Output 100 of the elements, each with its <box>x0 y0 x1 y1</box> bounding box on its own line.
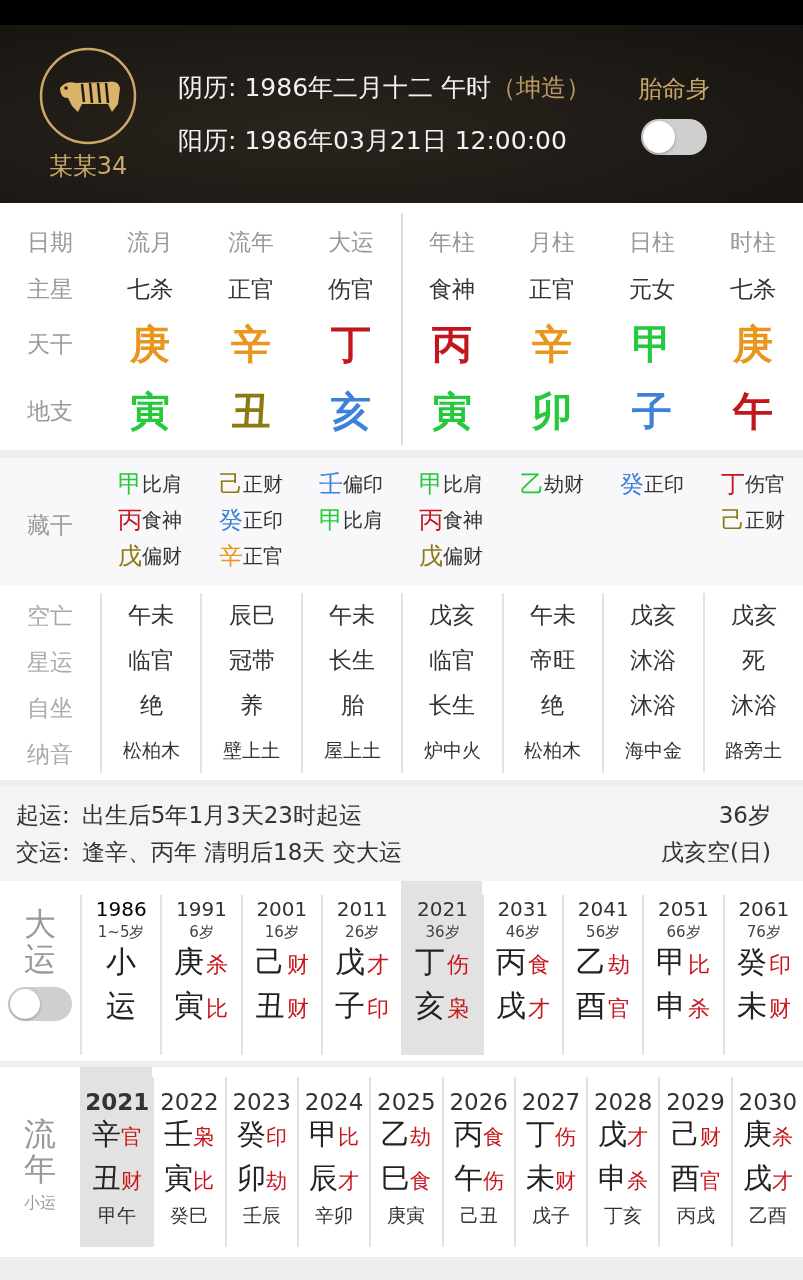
row-label: 纳音 <box>27 739 73 769</box>
year-item[interactable]: 2024 甲 比 辰才 辛卯 <box>296 1077 370 1247</box>
ten-god-label: 正印 <box>242 506 283 534</box>
ten-god-label: 偏财 <box>443 542 484 570</box>
hidden-stem: 甲 <box>118 469 143 500</box>
year-item[interactable]: 2021 辛官 丑财 甲午 <box>80 1067 153 1247</box>
detail-value: 临官 <box>128 646 175 675</box>
info-text: 逢辛、丙年 清明后18天 交大运 <box>81 838 402 867</box>
earthly-branch: 卯 <box>531 386 572 436</box>
ten-god-label: 正官 <box>242 542 283 570</box>
column-title: 年柱 <box>429 227 476 257</box>
main-star-label: 七杀 <box>127 274 174 304</box>
year-item[interactable]: 2026 丙食 午伤 己丑 <box>441 1077 514 1247</box>
hidden-stem: 己 <box>720 505 745 536</box>
hidden-stem: 辛 <box>218 541 243 572</box>
user-name: 某某34 <box>48 151 128 182</box>
gender-label: （坤造） <box>491 72 591 104</box>
toggle-switch[interactable] <box>8 987 72 1022</box>
luck-period-item[interactable]: 2041 56岁 乙 劫 酉官 <box>562 895 643 1055</box>
year-item[interactable]: 2022 壬枭 寅比 癸巳 <box>152 1077 225 1247</box>
toggle-label: 胎命身 <box>638 74 710 105</box>
ten-god-label: 比肩 <box>343 506 384 534</box>
row-label: 天干 <box>27 329 73 359</box>
luck-period-item[interactable]: 2031 46岁 丙食 戌才 <box>481 895 562 1055</box>
year-item[interactable]: 2027 丁伤 未财 戊子 <box>513 1077 587 1247</box>
heavenly-stem: 丙 <box>432 319 473 369</box>
detail-value: 临官 <box>429 646 476 675</box>
row-label: 日期 <box>27 227 73 257</box>
ten-god-label: 正印 <box>644 470 685 498</box>
detail-value: 午未 <box>128 601 175 630</box>
section-label: 大运 <box>24 907 56 978</box>
hidden-stem: 丙 <box>118 505 143 536</box>
heavenly-stem: 丁 <box>331 319 372 369</box>
detail-value: 绝 <box>541 691 565 720</box>
year-item[interactable]: 2030 庚杀 戌才 乙酉 <box>730 1077 803 1247</box>
hidden-stem: 乙 <box>519 469 544 500</box>
ten-god-label: 伤官 <box>744 470 785 498</box>
heavenly-stem: 辛 <box>531 319 572 369</box>
ten-god-label: 正财 <box>242 470 283 498</box>
detail-value: 长生 <box>429 691 476 720</box>
year-item[interactable]: 2023 癸印 卯劫 壬辰 <box>224 1077 297 1247</box>
detail-value: 松柏木 <box>122 737 180 763</box>
row-label: 藏干 <box>27 511 73 540</box>
hidden-stem: 丙 <box>419 505 444 536</box>
year-item[interactable]: 2029 己财 酉官 丙戌 <box>658 1077 731 1247</box>
detail-value: 海中金 <box>624 737 682 763</box>
luck-period-item[interactable]: 1986 1~5岁 小 运 <box>80 895 161 1055</box>
earthly-branch: 丑 <box>230 386 271 436</box>
year-item[interactable]: 2025 乙劫 巳食 庚寅 <box>369 1077 442 1247</box>
ten-god-label: 正财 <box>744 506 785 534</box>
main-star-label: 元女 <box>629 274 676 304</box>
earthly-branch: 寅 <box>130 386 171 436</box>
row-label: 星运 <box>27 647 73 677</box>
ten-god-label: 食神 <box>142 506 183 534</box>
detail-value: 辰巳 <box>228 601 275 630</box>
detail-value: 沐浴 <box>630 646 677 675</box>
detail-value: 养 <box>240 691 264 720</box>
earthly-branch: 寅 <box>432 386 473 436</box>
luck-period-item[interactable]: 2001 16岁 己 财 丑财 <box>240 895 321 1055</box>
heavenly-stem: 辛 <box>230 319 271 369</box>
hidden-stem: 甲 <box>419 469 444 500</box>
info-value: 36岁 <box>718 801 771 830</box>
row-label: 主星 <box>27 274 73 304</box>
column-title: 时柱 <box>729 227 776 257</box>
column-title: 月柱 <box>528 227 575 257</box>
ten-god-label: 劫财 <box>543 470 584 498</box>
detail-value: 壁上土 <box>223 737 281 763</box>
detail-value: 沐浴 <box>630 691 677 720</box>
earthly-branch: 午 <box>732 386 773 436</box>
section-label: 流年 <box>24 1117 56 1188</box>
luck-period-item[interactable]: 1991 6岁 庚杀 寅 比 <box>160 895 241 1055</box>
detail-value: 胎 <box>340 691 364 720</box>
main-star-label: 伤官 <box>328 274 375 304</box>
hidden-stem: 癸 <box>218 505 243 536</box>
main-star-label: 正官 <box>528 274 575 304</box>
heavenly-stem: 庚 <box>130 319 171 369</box>
luck-period-item[interactable]: 2061 76岁 癸印 未财 <box>722 895 803 1055</box>
earthly-branch: 子 <box>632 386 673 436</box>
hidden-stem: 壬 <box>319 469 344 500</box>
hidden-stem: 丁 <box>720 469 745 500</box>
ten-god-label: 食神 <box>443 506 484 534</box>
detail-value: 午未 <box>529 601 576 630</box>
detail-value: 绝 <box>139 691 163 720</box>
info-label: 交运: <box>16 838 70 867</box>
main-star-label: 正官 <box>227 274 274 304</box>
year-item[interactable]: 2028 戊才 申 杀 丁亥 <box>586 1077 659 1247</box>
toggle-switch[interactable] <box>641 119 707 155</box>
column-title: 大运 <box>328 227 375 257</box>
detail-value: 沐浴 <box>730 691 777 720</box>
column-title: 流月 <box>127 227 174 257</box>
luck-period-item[interactable]: 2021 36岁 丁伤 亥枭 <box>401 881 482 1055</box>
heavenly-stem: 甲 <box>632 319 673 369</box>
ten-god-label: 偏印 <box>343 470 384 498</box>
ten-god-label: 比肩 <box>142 470 183 498</box>
row-label: 自坐 <box>27 693 73 723</box>
hidden-stem: 戊 <box>419 541 444 572</box>
luck-period-item[interactable]: 2051 66岁 甲 比 申 杀 <box>642 895 723 1055</box>
heavenly-stem: 庚 <box>732 319 773 369</box>
ten-god-label: 比肩 <box>443 470 484 498</box>
detail-value: 戊亥 <box>730 601 777 630</box>
